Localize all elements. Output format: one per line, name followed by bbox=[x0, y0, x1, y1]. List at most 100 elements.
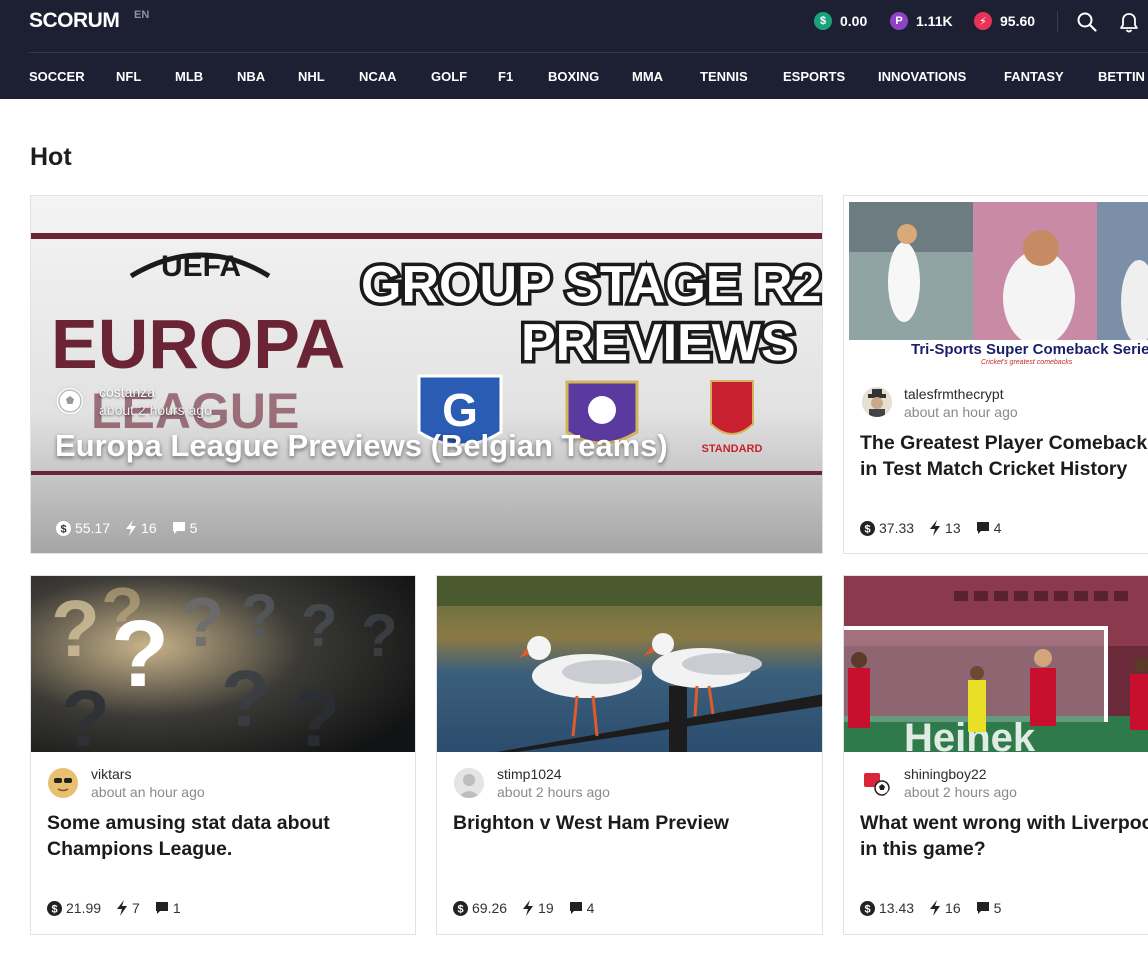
post-image: UEFA EUROPA LEAGUE GROUP STAGE R2 PREVIE… bbox=[31, 196, 822, 553]
comments-value: 5 bbox=[993, 900, 1002, 916]
nav-item-boxing[interactable]: BOXING bbox=[548, 69, 599, 84]
uefa-text: UEFA bbox=[161, 250, 241, 283]
search-icon[interactable] bbox=[1077, 12, 1097, 32]
votes[interactable]: 7 bbox=[116, 900, 140, 916]
payout: $ 13.43 bbox=[860, 900, 914, 916]
nav-item-ncaa[interactable]: NCAA bbox=[359, 69, 397, 84]
avatar[interactable] bbox=[454, 768, 484, 798]
post-time: about 2 hours ago bbox=[99, 402, 212, 418]
comments-value: 4 bbox=[586, 900, 595, 916]
balance-power[interactable]: P 1.11K bbox=[890, 11, 953, 31]
nav-item-soccer[interactable]: SOCCER bbox=[29, 69, 85, 84]
image-caption: Tri-Sports Super Comeback Series bbox=[911, 341, 1148, 358]
nav-item-nfl[interactable]: NFL bbox=[116, 69, 141, 84]
post-metrics: $ 69.26 19 4 bbox=[453, 900, 609, 916]
votes[interactable]: 16 bbox=[125, 520, 157, 536]
author-name[interactable]: costanza bbox=[99, 384, 155, 400]
nav-item-fantasy[interactable]: FANTASY bbox=[1004, 69, 1064, 84]
comments[interactable]: 4 bbox=[569, 900, 595, 916]
comments[interactable]: 1 bbox=[155, 900, 181, 916]
post-card[interactable]: Tri-Sports Super Comeback Series Cricket… bbox=[843, 195, 1148, 554]
nav-item-nhl[interactable]: NHL bbox=[298, 69, 325, 84]
comments[interactable]: 5 bbox=[976, 900, 1002, 916]
nav-item-nba[interactable]: NBA bbox=[237, 69, 265, 84]
payout-value: 21.99 bbox=[66, 900, 102, 916]
post-card[interactable]: ? ? ? ? ? ? ? ? ? ? viktars about an hou… bbox=[30, 575, 416, 935]
language-selector[interactable]: EN bbox=[134, 9, 149, 21]
payout: $ 21.99 bbox=[47, 900, 101, 916]
avatar[interactable] bbox=[861, 768, 891, 798]
banner-line-2: PREVIEWS bbox=[521, 314, 796, 372]
votes[interactable]: 16 bbox=[929, 900, 961, 916]
post-image bbox=[437, 576, 822, 752]
comment-icon bbox=[172, 522, 185, 534]
lightning-icon bbox=[117, 900, 128, 916]
avatar[interactable] bbox=[48, 768, 78, 798]
votes[interactable]: 13 bbox=[929, 520, 961, 536]
post-metrics: $ 21.99 7 1 bbox=[47, 900, 196, 916]
lightning-icon bbox=[930, 520, 941, 536]
svg-text:$: $ bbox=[864, 523, 870, 535]
payout-value: 69.26 bbox=[472, 900, 508, 916]
nav-item-betting[interactable]: BETTIN bbox=[1098, 69, 1145, 84]
payout-value: 37.33 bbox=[879, 520, 915, 536]
post-card[interactable]: stimp1024 about 2 hours ago Brighton v W… bbox=[436, 575, 823, 935]
dollar-icon: $ bbox=[860, 520, 875, 536]
author-name[interactable]: viktars bbox=[91, 766, 131, 782]
bell-icon[interactable] bbox=[1119, 12, 1139, 34]
post-metrics: $ 37.33 13 4 bbox=[860, 520, 1016, 536]
nav-item-innovations[interactable]: INNOVATIONS bbox=[878, 69, 966, 84]
svg-text:$: $ bbox=[51, 903, 57, 915]
post-time: about 2 hours ago bbox=[497, 784, 610, 800]
svg-text:$: $ bbox=[457, 903, 463, 915]
comments-value: 4 bbox=[993, 520, 1002, 536]
nav-item-mma[interactable]: MMA bbox=[632, 69, 663, 84]
post-time: about 2 hours ago bbox=[904, 784, 1017, 800]
comments[interactable]: 4 bbox=[976, 520, 1002, 536]
post-title[interactable]: Europa League Previews (Belgian Teams) bbox=[55, 428, 795, 464]
dollar-icon: $ bbox=[453, 900, 468, 916]
comments[interactable]: 5 bbox=[172, 520, 197, 536]
payout-value: 13.43 bbox=[879, 900, 915, 916]
votes[interactable]: 19 bbox=[522, 900, 554, 916]
nav-item-esports[interactable]: ESPORTS bbox=[783, 69, 845, 84]
post-image: Heinek bbox=[844, 576, 1148, 752]
nav-item-f1[interactable]: F1 bbox=[498, 69, 513, 84]
comment-icon bbox=[976, 902, 989, 914]
balance-energy[interactable]: ⚡ 95.60 bbox=[974, 11, 1035, 31]
svg-text:?: ? bbox=[51, 584, 100, 673]
svg-text:?: ? bbox=[111, 601, 169, 707]
svg-text:?: ? bbox=[181, 583, 224, 661]
svg-text:?: ? bbox=[61, 674, 110, 752]
post-card[interactable]: Heinek shiningboy22 about 2 hours ago Wh… bbox=[843, 575, 1148, 935]
post-metrics: $ 13.43 16 5 bbox=[860, 900, 1016, 916]
avatar[interactable] bbox=[862, 387, 892, 417]
top-bar: SCORUM EN $ 0.00 P 1.11K ⚡ 95.60 SOCCER … bbox=[0, 0, 1148, 99]
soccer-ball-icon bbox=[58, 389, 82, 413]
lightning-icon bbox=[930, 900, 941, 916]
votes-value: 16 bbox=[945, 900, 961, 916]
balance-dollar[interactable]: $ 0.00 bbox=[814, 11, 867, 31]
post-title[interactable]: Brighton v West Ham Preview bbox=[453, 810, 803, 836]
author-name[interactable]: shiningboy22 bbox=[904, 766, 987, 782]
post-time: about an hour ago bbox=[904, 404, 1018, 420]
avatar[interactable] bbox=[55, 386, 85, 416]
comments-value: 1 bbox=[172, 900, 181, 916]
nav-item-golf[interactable]: GOLF bbox=[431, 69, 467, 84]
author-name[interactable]: talesfrmthecrypt bbox=[904, 386, 1004, 402]
banner-line-1: GROUP STAGE R2 bbox=[361, 256, 821, 314]
dollar-icon: $ bbox=[47, 900, 62, 916]
post-title[interactable]: What went wrong with Liverpool in this g… bbox=[860, 810, 1148, 862]
scorum-logo[interactable]: SCORUM bbox=[29, 9, 120, 33]
nav-item-tennis[interactable]: TENNIS bbox=[700, 69, 748, 84]
team-logo-avatar-icon bbox=[861, 768, 891, 798]
svg-text:$: $ bbox=[60, 523, 66, 535]
svg-text:$: $ bbox=[864, 903, 870, 915]
post-title[interactable]: The Greatest Player Comebacks in Test Ma… bbox=[860, 430, 1148, 482]
author-name[interactable]: stimp1024 bbox=[497, 766, 562, 782]
nav-divider bbox=[29, 52, 1148, 53]
lightning-icon bbox=[126, 520, 137, 536]
post-title[interactable]: Some amusing stat data about Champions L… bbox=[47, 810, 387, 862]
post-card-featured[interactable]: UEFA EUROPA LEAGUE GROUP STAGE R2 PREVIE… bbox=[30, 195, 823, 554]
nav-item-mlb[interactable]: MLB bbox=[175, 69, 203, 84]
